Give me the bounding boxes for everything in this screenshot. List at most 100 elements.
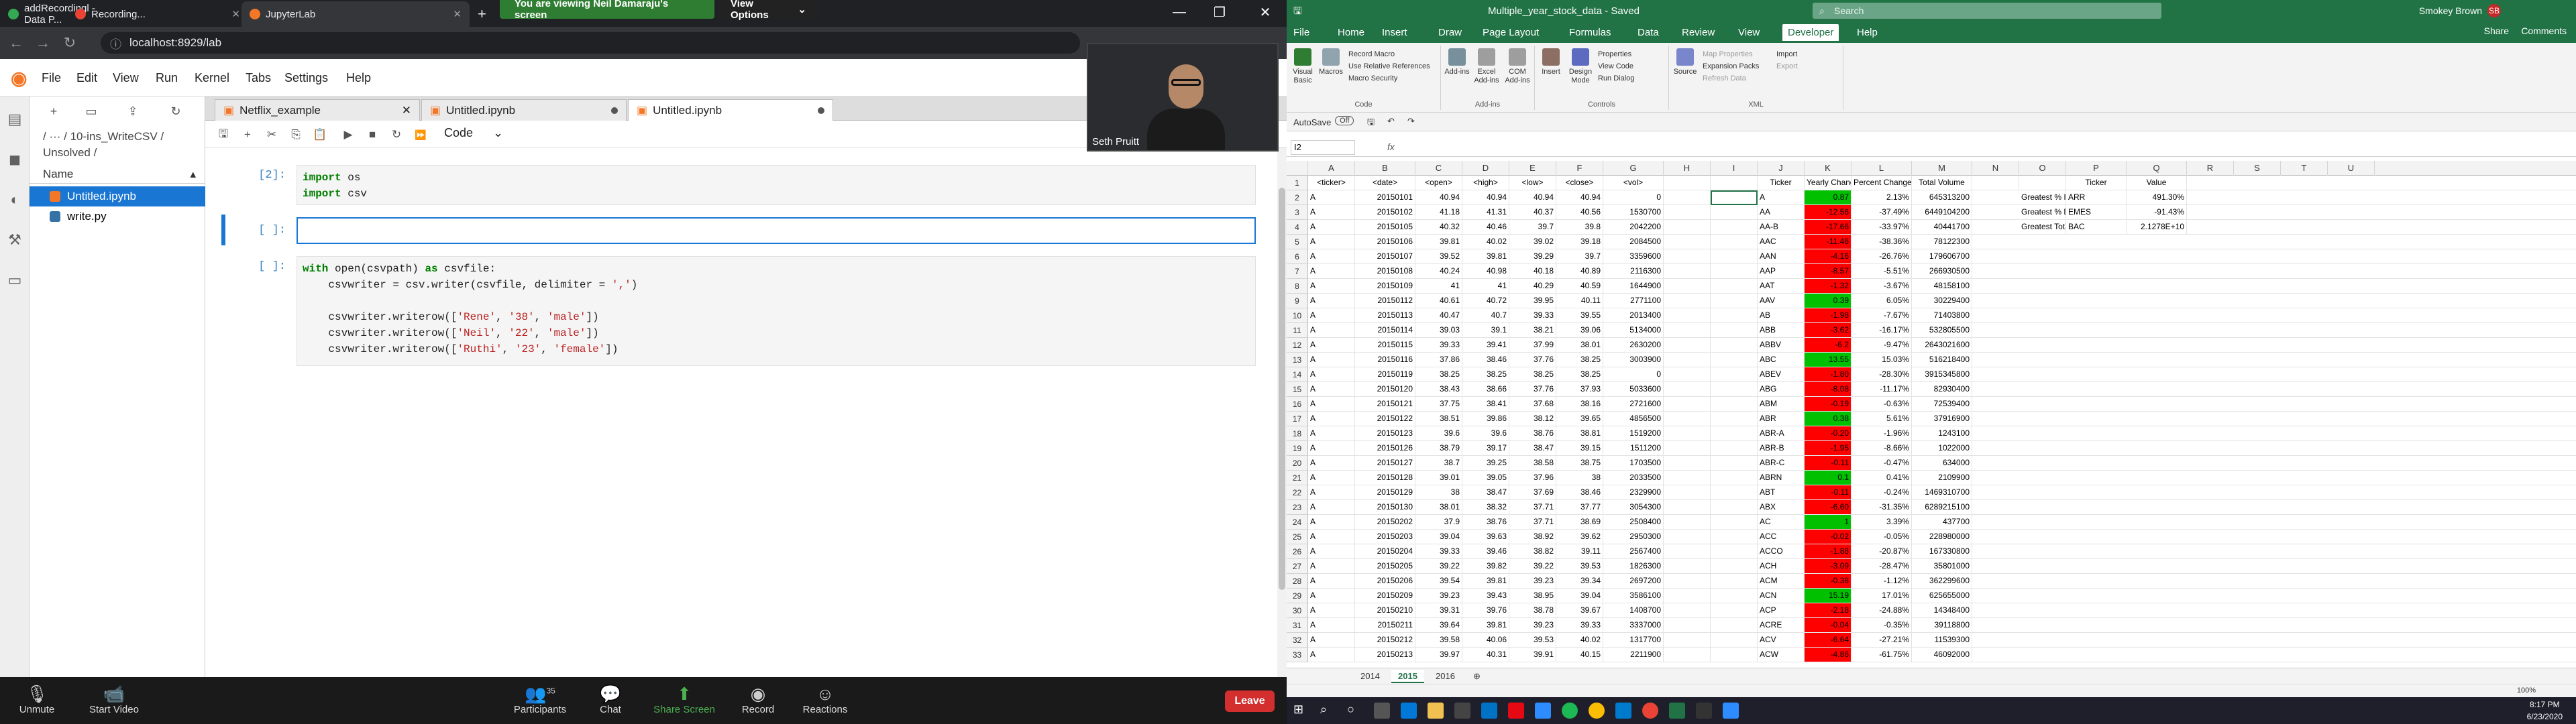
cell[interactable]: A (1308, 559, 1355, 573)
cell[interactable]: 3915345800 (1912, 367, 1972, 381)
start-video-button[interactable]: 📹 Start Video (77, 684, 151, 715)
cell[interactable]: -24.88% (1851, 603, 1912, 617)
row-header[interactable]: 31 (1287, 618, 1308, 633)
spreadsheet-grid[interactable]: A B C D E F G H I J K L M N O P Q R S T U 1 <ticker> <date> <ope… (1287, 161, 2576, 668)
new-folder-icon[interactable]: ▭ (82, 102, 101, 121)
cell[interactable] (1664, 559, 1711, 573)
column-header[interactable]: J (1758, 161, 1805, 176)
cell[interactable]: 15.03% (1851, 353, 1912, 367)
cell[interactable]: Yearly Change (1805, 176, 1851, 190)
cell[interactable]: -31.35% (1851, 500, 1912, 514)
cell[interactable] (1711, 618, 1758, 632)
cell[interactable]: 3003900 (1603, 353, 1664, 367)
cell[interactable]: -27.21% (1851, 633, 1912, 647)
cell[interactable]: 20150204 (1355, 544, 1415, 558)
cell[interactable] (1972, 176, 2019, 190)
cell[interactable]: 20150129 (1355, 485, 1415, 499)
cell[interactable]: AC (1758, 515, 1805, 529)
cell[interactable]: ABR-C (1758, 456, 1805, 470)
cell[interactable]: 38.66 (1462, 382, 1509, 396)
cell[interactable]: 3359600 (1603, 249, 1664, 263)
ribbon-tab-formulas[interactable]: Formulas (1569, 27, 1611, 38)
cell[interactable]: 625655000 (1912, 589, 1972, 603)
cell[interactable]: 38.46 (1462, 353, 1509, 367)
cell[interactable]: -1.95 (1805, 441, 1851, 455)
cell[interactable]: 37.76 (1509, 382, 1556, 396)
summary-cell[interactable]: ARR (2066, 190, 2127, 204)
cell[interactable]: -16.17% (1851, 323, 1912, 337)
excel-addins-button[interactable]: Excel Add-ins (1473, 48, 1500, 85)
cell[interactable]: ABR-A (1758, 426, 1805, 440)
cell[interactable]: 2042200 (1603, 220, 1664, 234)
cell[interactable]: ABX (1758, 500, 1805, 514)
cell[interactable]: -61.75% (1851, 648, 1912, 662)
cell[interactable]: 20150101 (1355, 190, 1415, 204)
netflix-icon[interactable] (1508, 703, 1524, 719)
cell[interactable] (1711, 249, 1758, 263)
cell[interactable]: 39.86 (1462, 412, 1509, 426)
cell[interactable]: -8.57 (1805, 264, 1851, 278)
cell[interactable]: A (1308, 367, 1355, 381)
cell[interactable]: A (1308, 589, 1355, 603)
cell[interactable]: 39.33 (1415, 544, 1462, 558)
cell[interactable]: 39.23 (1415, 589, 1462, 603)
cell[interactable]: -0.20 (1805, 426, 1851, 440)
cell[interactable]: 39.29 (1509, 249, 1556, 263)
cell[interactable]: 20150109 (1355, 279, 1415, 293)
cell[interactable]: 38.43 (1415, 382, 1462, 396)
cell[interactable]: 20150127 (1355, 456, 1415, 470)
cell[interactable]: 38.25 (1462, 367, 1509, 381)
ribbon-tab-view[interactable]: View (1738, 27, 1760, 38)
cell[interactable] (1711, 279, 1758, 293)
cell[interactable]: 41 (1462, 279, 1509, 293)
column-header[interactable]: B (1355, 161, 1415, 176)
row-header[interactable]: 25 (1287, 530, 1308, 544)
cell[interactable]: 1317700 (1603, 633, 1664, 647)
cell[interactable]: 39.6 (1462, 426, 1509, 440)
cell[interactable]: 3586100 (1603, 589, 1664, 603)
cell[interactable]: ABBV (1758, 338, 1805, 352)
wrench-icon[interactable]: ⚒ (5, 231, 24, 249)
visual-basic-button[interactable]: Visual Basic (1289, 48, 1316, 85)
column-header[interactable]: T (2281, 161, 2328, 176)
cell[interactable]: 39.64 (1415, 618, 1462, 632)
cell[interactable]: 39.81 (1462, 249, 1509, 263)
menu-help[interactable]: Help (346, 71, 371, 85)
running-icon[interactable]: ◼ (5, 150, 24, 169)
record-macro-button[interactable]: Record Macro (1348, 50, 1395, 59)
cell[interactable] (1664, 235, 1711, 249)
cell[interactable]: 6.05% (1851, 294, 1912, 308)
cell[interactable]: 2643021600 (1912, 338, 1972, 352)
cell[interactable]: 38.21 (1509, 323, 1556, 337)
cell[interactable]: A (1308, 235, 1355, 249)
cell[interactable]: A (1308, 544, 1355, 558)
cell[interactable]: 40.59 (1556, 279, 1603, 293)
cell[interactable]: 40.72 (1462, 294, 1509, 308)
cell[interactable]: 39.1 (1462, 323, 1509, 337)
cell[interactable]: 40.56 (1556, 205, 1603, 219)
run-dialog-button[interactable]: Run Dialog (1598, 74, 1634, 83)
row-header[interactable]: 2 (1287, 190, 1308, 205)
reload-icon[interactable]: ↻ (60, 34, 79, 52)
cell[interactable]: -1.80 (1805, 367, 1851, 381)
mail-icon[interactable] (1481, 703, 1497, 719)
cell[interactable] (1664, 544, 1711, 558)
leave-button[interactable]: Leave (1225, 690, 1275, 712)
select-all-corner[interactable] (1287, 161, 1308, 176)
cell[interactable]: 39.81 (1415, 235, 1462, 249)
cell[interactable] (1664, 220, 1711, 234)
cell[interactable]: A (1308, 574, 1355, 588)
sheet-tab-2014[interactable]: 2014 (1354, 670, 1387, 683)
row-header[interactable]: 15 (1287, 382, 1308, 397)
cell[interactable]: 40.06 (1462, 633, 1509, 647)
cell[interactable]: 40441700 (1912, 220, 1972, 234)
cell[interactable]: ABR-B (1758, 441, 1805, 455)
cell[interactable]: 38.58 (1509, 456, 1556, 470)
cell[interactable]: 39.82 (1462, 559, 1509, 573)
cell-type-select[interactable]: Code ⌄ (444, 126, 503, 142)
cell[interactable]: Percent Change (1851, 176, 1912, 190)
cell[interactable]: AA (1758, 205, 1805, 219)
column-header[interactable]: M (1912, 161, 1972, 176)
cell[interactable]: A (1308, 353, 1355, 367)
cell[interactable]: 30229400 (1912, 294, 1972, 308)
